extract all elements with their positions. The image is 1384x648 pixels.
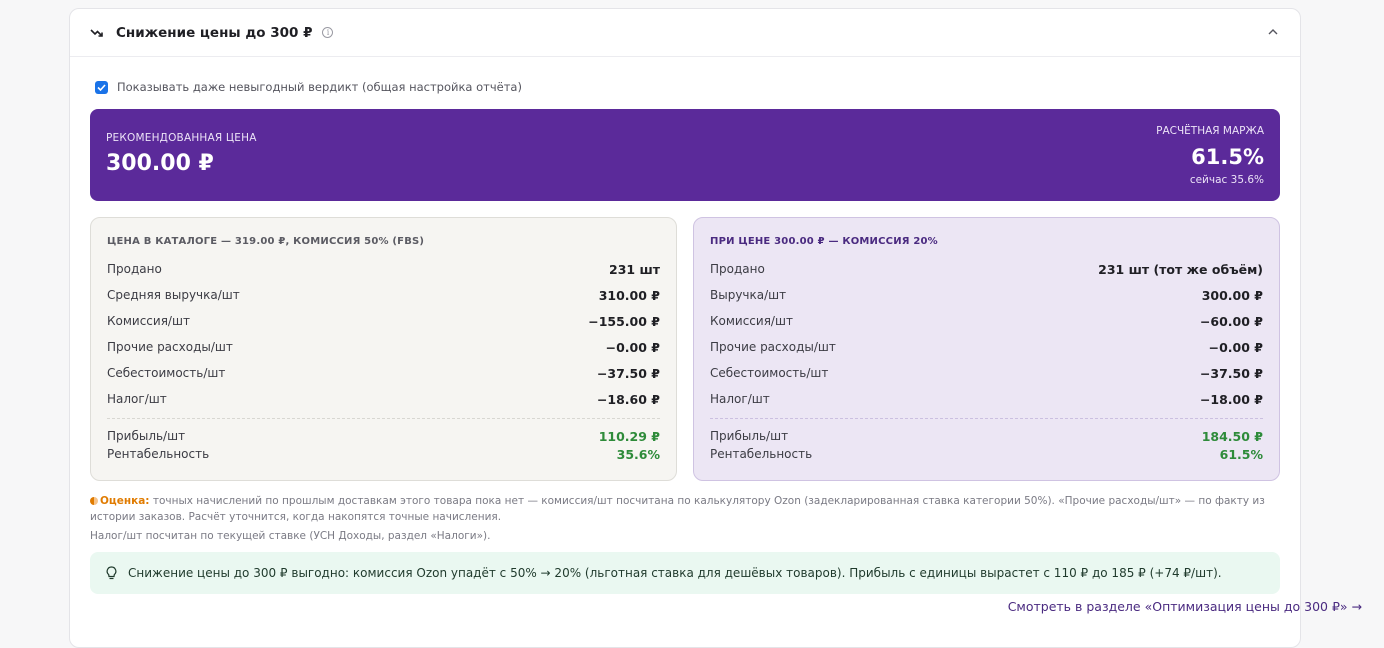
lightbulb-icon	[106, 565, 120, 581]
info-icon[interactable]: i	[322, 27, 334, 38]
metric-value: 300.00 ₽	[1201, 287, 1263, 303]
metric-row: Себестоимость/шт −37.50 ₽	[107, 360, 660, 386]
estimate-label: Оценка:	[100, 495, 150, 507]
metric-row: Себестоимость/шт −37.50 ₽	[710, 360, 1263, 386]
card-header[interactable]: Снижение цены до 300 ₽ i	[70, 9, 1300, 57]
metric-row: Выручка/шт 300.00 ₽	[710, 282, 1263, 308]
profit-value: 184.50 ₽	[1201, 428, 1263, 444]
profitability-value: 35.6%	[616, 446, 660, 462]
metric-value: −155.00 ₽	[588, 313, 660, 329]
metric-label: Налог/шт	[107, 392, 167, 406]
divider	[710, 418, 1263, 419]
profit-value: 110.29 ₽	[598, 428, 660, 444]
metric-row: Средняя выручка/шт 310.00 ₽	[107, 282, 660, 308]
metric-row: Налог/шт −18.60 ₽	[107, 386, 660, 412]
metric-row: Комиссия/шт −155.00 ₽	[107, 308, 660, 334]
show-verdict-label[interactable]: Показывать даже невыгодный вердикт (обща…	[117, 80, 522, 94]
price-optimization-link[interactable]: Смотреть в разделе «Оптимизация цены до …	[1008, 599, 1362, 614]
metric-value: 310.00 ₽	[598, 287, 660, 303]
profitability-label: Рентабельность	[107, 447, 210, 461]
profitability-value: 61.5%	[1219, 446, 1263, 462]
profitability-label: Рентабельность	[710, 447, 813, 461]
show-verdict-checkbox[interactable]	[95, 80, 108, 94]
catalog-panel-title: ЦЕНА В КАТАЛОГЕ — 319.00 ₽, КОМИССИЯ 50%…	[107, 236, 425, 247]
estimated-margin-value: 61.5%	[1191, 145, 1264, 169]
price-reduction-card: Снижение цены до 300 ₽ i Показывать даже…	[69, 8, 1301, 648]
profitability-row: Рентабельность 61.5%	[710, 445, 1263, 463]
metric-label: Продано	[710, 262, 765, 276]
metric-row: Продано 231 шт	[107, 256, 660, 282]
recommendation-hint: Снижение цены до 300 ₽ выгодно: комиссия…	[90, 552, 1280, 594]
trending-down-icon	[90, 26, 108, 40]
hint-text: Снижение цены до 300 ₽ выгодно: комиссия…	[128, 566, 1222, 580]
metric-label: Налог/шт	[710, 392, 770, 406]
metric-value: 231 шт	[609, 261, 660, 277]
metric-value: 231 шт (тот же объём)	[1098, 261, 1263, 277]
recommended-price-label: РЕКОМЕНДОВАННАЯ ЦЕНА	[106, 132, 257, 144]
estimated-margin-label: РАСЧЁТНАЯ МАРЖА	[1156, 125, 1264, 137]
recommended-price-banner: РЕКОМЕНДОВАННАЯ ЦЕНА 300.00 ₽ РАСЧЁТНАЯ …	[90, 109, 1280, 201]
metric-value: −37.50 ₽	[596, 365, 660, 381]
profit-row: Прибыль/шт 184.50 ₽	[710, 427, 1263, 445]
metric-label: Комиссия/шт	[107, 314, 190, 328]
verdict-toggle-row: Показывать даже невыгодный вердикт (обща…	[90, 79, 1280, 95]
profit-row: Прибыль/шт 110.29 ₽	[107, 427, 660, 445]
metric-label: Прочие расходы/шт	[710, 340, 836, 354]
metric-label: Комиссия/шт	[710, 314, 793, 328]
metric-row: Прочие расходы/шт −0.00 ₽	[710, 334, 1263, 360]
divider	[107, 418, 660, 419]
tax-note: Налог/шт посчитан по текущей ставке (УСН…	[90, 530, 491, 542]
card-title: Снижение цены до 300 ₽	[116, 24, 313, 41]
metric-label: Себестоимость/шт	[107, 366, 226, 380]
metric-value: −60.00 ₽	[1199, 313, 1263, 329]
profitability-row: Рентабельность 35.6%	[107, 445, 660, 463]
metric-value: −18.60 ₽	[596, 391, 660, 407]
metric-value: −37.50 ₽	[1199, 365, 1263, 381]
new-price-panel-title: ПРИ ЦЕНЕ 300.00 ₽ — КОМИССИЯ 20%	[710, 236, 938, 247]
metric-row: Налог/шт −18.00 ₽	[710, 386, 1263, 412]
recommended-price-value: 300.00 ₽	[106, 151, 214, 176]
metric-label: Средняя выручка/шт	[107, 288, 240, 302]
metric-label: Выручка/шт	[710, 288, 787, 302]
metric-row: Продано 231 шт (тот же объём)	[710, 256, 1263, 282]
metric-label: Себестоимость/шт	[710, 366, 829, 380]
estimate-note: Оценка: точных начислений по прошлым дос…	[90, 493, 1280, 525]
catalog-price-panel: ЦЕНА В КАТАЛОГЕ — 319.00 ₽, КОМИССИЯ 50%…	[90, 217, 677, 481]
new-price-panel: ПРИ ЦЕНЕ 300.00 ₽ — КОМИССИЯ 20% Продано…	[693, 217, 1280, 481]
profit-label: Прибыль/шт	[710, 429, 789, 443]
current-margin: сейчас 35.6%	[1189, 174, 1264, 186]
metric-value: −0.00 ₽	[605, 339, 660, 355]
metric-value: −0.00 ₽	[1208, 339, 1263, 355]
estimate-text: точных начислений по прошлым доставкам э…	[90, 495, 1265, 523]
metric-label: Продано	[107, 262, 162, 276]
chevron-up-icon[interactable]	[1266, 25, 1280, 39]
metric-row: Прочие расходы/шт −0.00 ₽	[107, 334, 660, 360]
estimate-icon	[90, 497, 98, 505]
metric-value: −18.00 ₽	[1199, 391, 1263, 407]
profit-label: Прибыль/шт	[107, 429, 186, 443]
metric-row: Комиссия/шт −60.00 ₽	[710, 308, 1263, 334]
metric-label: Прочие расходы/шт	[107, 340, 233, 354]
